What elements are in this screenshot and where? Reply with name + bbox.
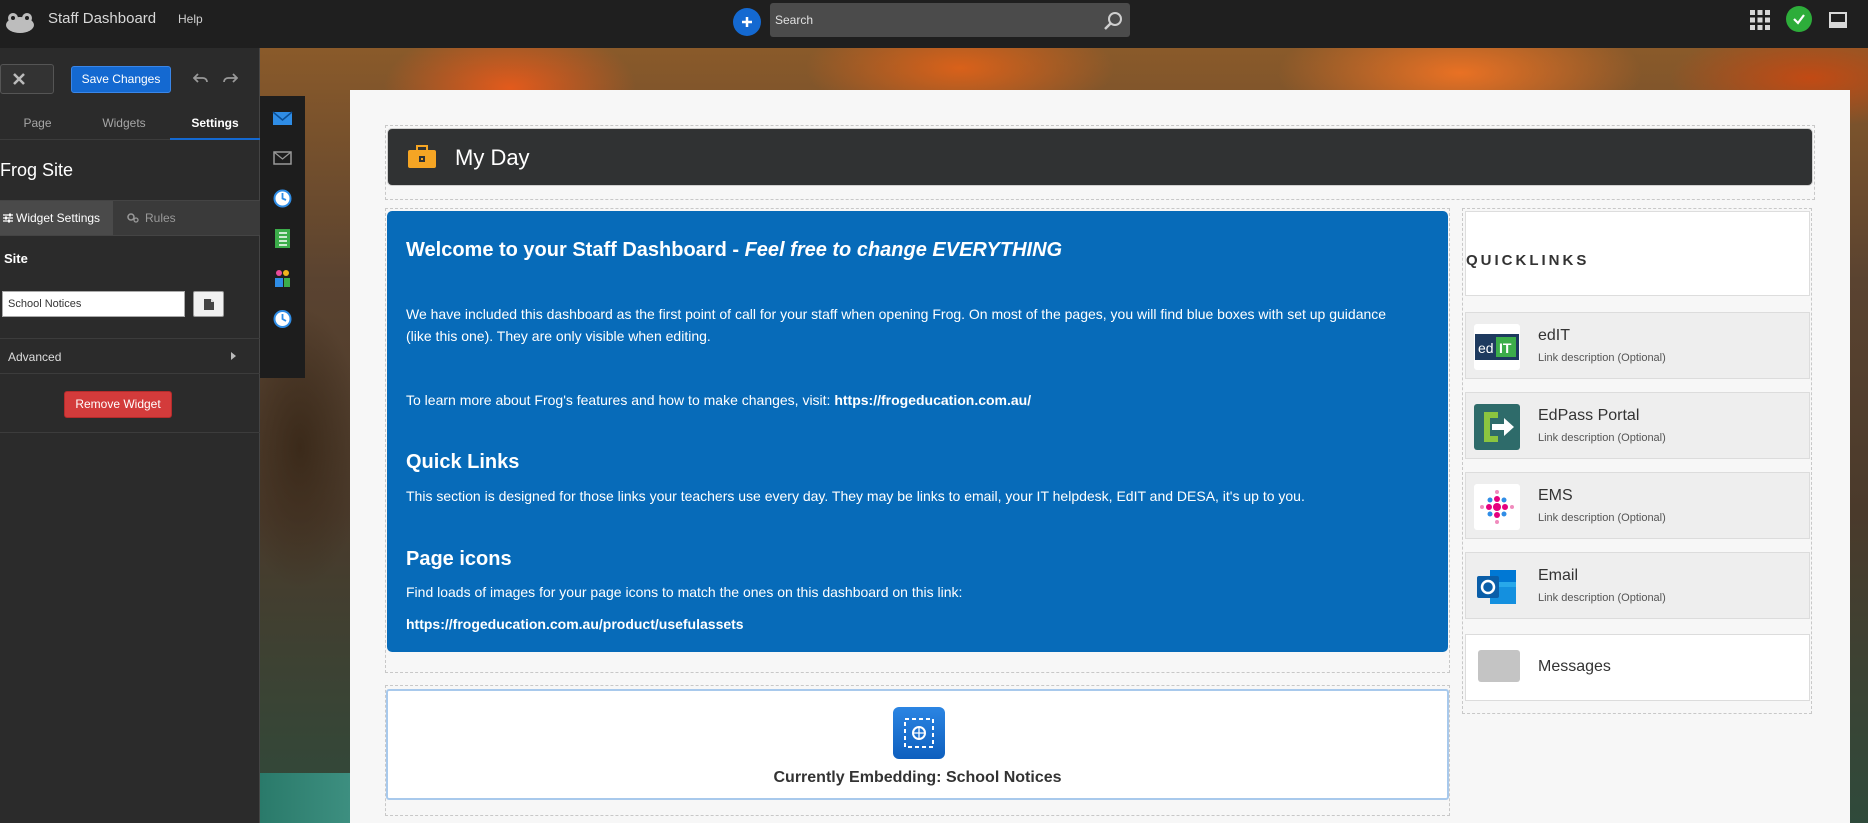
timer-icon[interactable] [272, 308, 293, 329]
quicklink-name: Email [1538, 567, 1579, 584]
add-button[interactable] [733, 8, 761, 36]
quicklink-name: EdPass Portal [1538, 407, 1640, 424]
messages-placeholder-icon [1478, 650, 1520, 682]
learn-more-text: To learn more about Frog's features and … [406, 392, 835, 408]
site-title: Frog Site [0, 160, 74, 180]
quicklinks-header: QUICKLINKS [1465, 211, 1810, 296]
welcome-title: Welcome to your Staff Dashboard - Feel f… [406, 239, 1062, 262]
advanced-label: Advanced [8, 350, 62, 364]
quicklink-desc: Link description (Optional) [1538, 432, 1666, 444]
help-link[interactable]: Help [178, 12, 203, 26]
quick-links-heading: Quick Links [406, 451, 520, 473]
chevron-right-icon [231, 352, 236, 360]
people-icon[interactable] [272, 268, 293, 289]
file-icon [204, 299, 214, 310]
sidebar-divider [0, 432, 260, 433]
quicklink-name: EMS [1538, 487, 1573, 504]
close-button-group [0, 64, 54, 94]
settings-sidebar: Save Changes Page Widgets Settings Frog … [0, 48, 260, 823]
useful-assets-link[interactable]: https://frogeducation.com.au/product/use… [406, 613, 744, 635]
ems-dots-icon [1480, 490, 1514, 524]
frog-website-link[interactable]: https://frogeducation.com.au/ [834, 392, 1031, 408]
sidebar-tabs: Page Widgets Settings [0, 106, 260, 140]
search-icon[interactable] [1102, 10, 1124, 32]
page-icons-heading: Page icons [406, 548, 512, 570]
save-button[interactable]: Save Changes [71, 66, 171, 93]
quicklink-edpass[interactable]: EdPass Portal Link description (Optional… [1465, 392, 1810, 459]
tab-settings[interactable]: Settings [170, 106, 260, 140]
welcome-title-emphasis: Feel free to change EVERYTHING [744, 239, 1063, 261]
ems-logo [1474, 484, 1520, 530]
sliders-icon [3, 213, 13, 223]
quicklink-name: edIT [1538, 327, 1571, 344]
browse-file-button[interactable] [193, 291, 224, 317]
welcome-paragraph: We have included this dashboard as the f… [406, 306, 1387, 344]
quicklink-ems[interactable]: EMS Link description (Optional) [1465, 472, 1810, 539]
site-field-label: Site [4, 251, 28, 266]
search-box [770, 3, 1130, 37]
app-title[interactable]: Staff Dashboard [48, 10, 156, 27]
briefcase-icon [408, 145, 436, 168]
apps-grid-icon[interactable] [1749, 9, 1771, 31]
embed-label: Currently Embedding: School Notices [773, 769, 1062, 786]
welcome-guidance-box[interactable]: Welcome to your Staff Dashboard - Feel f… [387, 211, 1448, 652]
embed-frame-icon [904, 718, 934, 748]
widget-rail [260, 96, 305, 378]
learn-more-paragraph: To learn more about Frog's features and … [406, 389, 1031, 411]
mail-icon[interactable] [272, 108, 293, 129]
outlook-icon [1477, 570, 1516, 604]
embed-widget[interactable]: Currently Embedding: School Notices [386, 689, 1449, 800]
subtab-widget-settings-label: Widget Settings [16, 211, 101, 225]
top-bar: Staff Dashboard Help [0, 0, 1868, 48]
quicklink-messages[interactable]: Messages [1465, 634, 1810, 701]
search-input[interactable] [770, 3, 1090, 37]
gears-icon [127, 213, 139, 223]
site-field[interactable] [2, 291, 185, 317]
subtab-rules-label: Rules [145, 211, 176, 225]
subtab-rules[interactable]: Rules [113, 201, 260, 235]
embed-icon [893, 707, 945, 759]
undo-icon[interactable] [193, 70, 209, 86]
spreadsheet-icon[interactable] [272, 228, 293, 249]
quicklink-desc: Link description (Optional) [1538, 592, 1666, 604]
settings-subtabs: Widget Settings Rules [0, 200, 260, 236]
outlook-logo [1474, 564, 1520, 610]
quicklink-desc: Link description (Optional) [1538, 352, 1666, 364]
tab-page[interactable]: Page [0, 106, 75, 140]
advanced-toggle[interactable]: Advanced [0, 338, 260, 374]
background-water [260, 773, 350, 823]
page-icons-paragraph: Find loads of images for your page icons… [406, 584, 963, 600]
subtab-widget-settings[interactable]: Widget Settings [0, 201, 113, 235]
edpass-logo [1474, 404, 1520, 450]
clock-icon[interactable] [272, 188, 293, 209]
edit-logo: ed IT [1474, 324, 1520, 370]
my-day-header[interactable]: My Day [387, 128, 1813, 186]
edpass-arrow-icon [1484, 412, 1514, 442]
quicklink-name: Messages [1538, 658, 1611, 675]
svg-text:IT: IT [1499, 340, 1512, 356]
plus-icon [742, 17, 752, 27]
check-icon [1793, 14, 1805, 25]
quicklink-desc: Link description (Optional) [1538, 512, 1666, 524]
close-icon[interactable] [11, 71, 27, 87]
welcome-title-plain: Welcome to your Staff Dashboard - [406, 239, 745, 261]
remove-widget-button[interactable]: Remove Widget [64, 391, 172, 418]
frog-logo[interactable] [4, 12, 36, 34]
svg-text:ed: ed [1478, 340, 1494, 356]
status-check-icon[interactable] [1786, 6, 1812, 32]
message-icon[interactable] [272, 148, 293, 169]
quicklinks-title: QUICKLINKS [1466, 252, 1590, 269]
panel-toggle-icon[interactable] [1828, 10, 1848, 30]
tab-widgets[interactable]: Widgets [88, 106, 160, 140]
quick-links-paragraph: This section is designed for those links… [406, 488, 1305, 504]
redo-icon[interactable] [222, 70, 238, 86]
quicklink-edit[interactable]: ed IT edIT Link description (Optional) [1465, 312, 1810, 379]
quicklink-email[interactable]: Email Link description (Optional) [1465, 552, 1810, 619]
my-day-title: My Day [455, 145, 530, 170]
edit-logo-icon: ed IT [1475, 334, 1519, 360]
